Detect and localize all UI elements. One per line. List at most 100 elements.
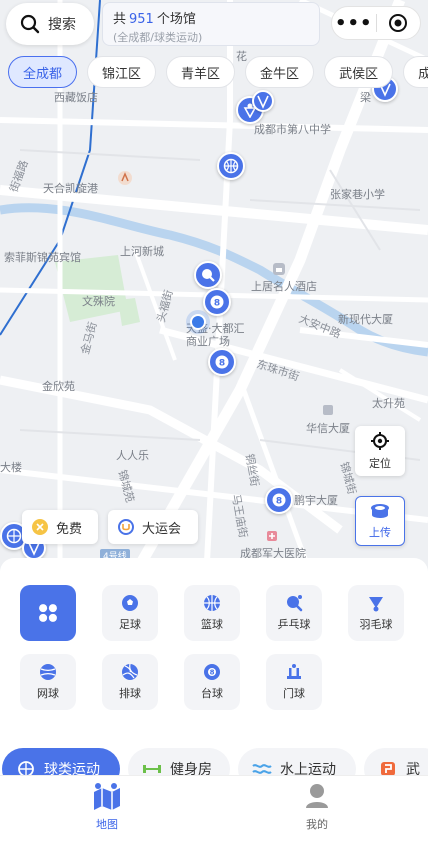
free-label: 免费	[56, 521, 83, 537]
sport-basketball-button[interactable]: 篮球	[184, 585, 240, 641]
basketball-icon	[223, 158, 239, 174]
map-label: 太升苑	[372, 397, 405, 410]
bottom-tab-bar: 地图 我的	[0, 775, 428, 847]
venue-marker-pingpong[interactable]	[194, 261, 222, 289]
user-icon	[306, 784, 328, 808]
district-chips: 全成都 锦江区 青羊区 金牛区 武侯区 成华区	[8, 56, 428, 90]
svg-text:8: 8	[276, 497, 282, 507]
sport-label: 足球	[119, 618, 141, 631]
map-label: 金欣苑	[42, 380, 75, 393]
map-label: 梁	[360, 91, 371, 104]
mini-program-capsule: •••	[331, 6, 421, 40]
soccer-ball-icon	[122, 595, 138, 611]
map-label: 人人乐	[116, 449, 149, 462]
grid-icon	[39, 604, 57, 622]
venue-count-number: 951	[129, 12, 154, 27]
universiade-icon	[118, 519, 134, 535]
ping-pong-icon	[287, 595, 303, 612]
search-button[interactable]: 搜索	[6, 3, 94, 45]
sport-all-button[interactable]	[20, 585, 76, 641]
tab-label: 我的	[306, 818, 328, 831]
venue-marker-billiards[interactable]: 8	[208, 348, 236, 376]
venue-count-prefix: 共	[113, 12, 127, 27]
map-tab-icon	[94, 783, 120, 810]
sport-billiards-button[interactable]: 8 台球	[184, 654, 240, 710]
ping-pong-icon	[202, 269, 215, 282]
shuttlecock-icon	[369, 597, 383, 612]
district-chip[interactable]: 武侯区	[324, 56, 394, 88]
sport-pingpong-button[interactable]: 乒乓球	[266, 585, 322, 641]
venue-marker-billiards[interactable]: 8	[203, 288, 231, 316]
sport-label: 羽毛球	[359, 618, 393, 631]
hospital-icon	[267, 531, 277, 541]
svg-text:8: 8	[219, 359, 225, 369]
district-chip[interactable]: 锦江区	[87, 56, 157, 88]
sport-volleyball-button[interactable]: 排球	[102, 654, 158, 710]
crosshair-icon	[371, 432, 389, 450]
district-chip[interactable]: 成华区	[403, 56, 428, 88]
svg-text:8: 8	[214, 299, 220, 309]
search-icon	[20, 14, 40, 34]
hotel-icon	[273, 263, 285, 275]
sport-label: 网球	[37, 687, 59, 700]
map-label: 张家巷小学	[330, 188, 385, 201]
sport-label: 乒乓球	[277, 618, 311, 631]
sport-tennis-button[interactable]: 网球	[20, 654, 76, 710]
billiards-icon: 8	[204, 664, 220, 680]
user-location-dot	[190, 314, 206, 330]
district-chip[interactable]: 青羊区	[166, 56, 236, 88]
landmark-icon	[118, 171, 132, 185]
universiade-filter-button[interactable]: 大运会	[108, 510, 198, 544]
tennis-ball-icon	[40, 664, 56, 680]
venue-filter-text: (全成都/球类运动)	[113, 31, 203, 44]
stadium-upload-icon	[371, 504, 389, 518]
locate-button[interactable]: 定位	[355, 426, 405, 476]
venue-marker-badminton[interactable]	[252, 90, 274, 112]
sport-soccer-button[interactable]: 足球	[102, 585, 158, 641]
free-icon	[32, 519, 48, 535]
district-chip[interactable]: 金牛区	[245, 56, 315, 88]
close-miniprogram-button[interactable]	[376, 13, 420, 33]
volleyball-icon	[122, 663, 138, 680]
universiade-label: 大运会	[142, 521, 182, 537]
billiards-icon: 8	[215, 355, 229, 369]
upload-label: 上传	[369, 526, 391, 539]
district-chip-all[interactable]: 全成都	[8, 56, 78, 88]
sport-gateball-button[interactable]: 门球	[266, 654, 322, 710]
map-label: 文殊院	[82, 295, 115, 308]
more-button[interactable]: •••	[332, 13, 376, 34]
shuttlecock-icon	[257, 95, 269, 109]
sport-label: 排球	[119, 687, 141, 700]
map-label: 大楼	[0, 461, 22, 474]
map-label: 新现代大厦	[338, 313, 393, 326]
map-label: 成都市第八中学	[254, 123, 331, 136]
map-label: 上居名人酒店	[251, 280, 317, 293]
upload-button[interactable]: 上传	[355, 496, 405, 546]
map-label: 西藏饭店	[54, 91, 98, 104]
venue-count-suffix: 个场馆	[156, 12, 196, 27]
venue-count-card: 共 951 个场馆 (全成都/球类运动)	[102, 2, 320, 46]
tab-label: 地图	[96, 818, 118, 831]
billiards-icon: 8	[210, 295, 224, 309]
venue-marker-billiards[interactable]: 8	[265, 486, 293, 514]
basketball-icon	[6, 528, 22, 544]
locate-label: 定位	[369, 457, 391, 470]
venue-marker-basketball[interactable]	[217, 152, 245, 180]
basketball-icon	[204, 595, 220, 611]
search-label: 搜索	[48, 17, 76, 33]
map-label: 索菲斯锦苑宾馆	[4, 251, 81, 264]
map-label: 华信大厦	[306, 422, 350, 435]
svg-text:8: 8	[210, 669, 215, 677]
tab-mine[interactable]: 我的	[267, 782, 367, 832]
venue-count-line: 共 951 个场馆	[113, 8, 309, 27]
free-filter-button[interactable]: 免费	[22, 510, 98, 544]
gateball-icon	[287, 664, 301, 679]
building-icon	[323, 405, 333, 415]
tab-map[interactable]: 地图	[57, 782, 157, 832]
sport-badminton-button[interactable]: 羽毛球	[348, 585, 404, 641]
map-label: 鹏宇大厦	[294, 494, 338, 507]
map-label: 上河新城	[120, 245, 164, 258]
sport-label: 篮球	[201, 618, 223, 631]
billiards-icon: 8	[272, 493, 286, 507]
sport-label: 门球	[283, 687, 305, 700]
